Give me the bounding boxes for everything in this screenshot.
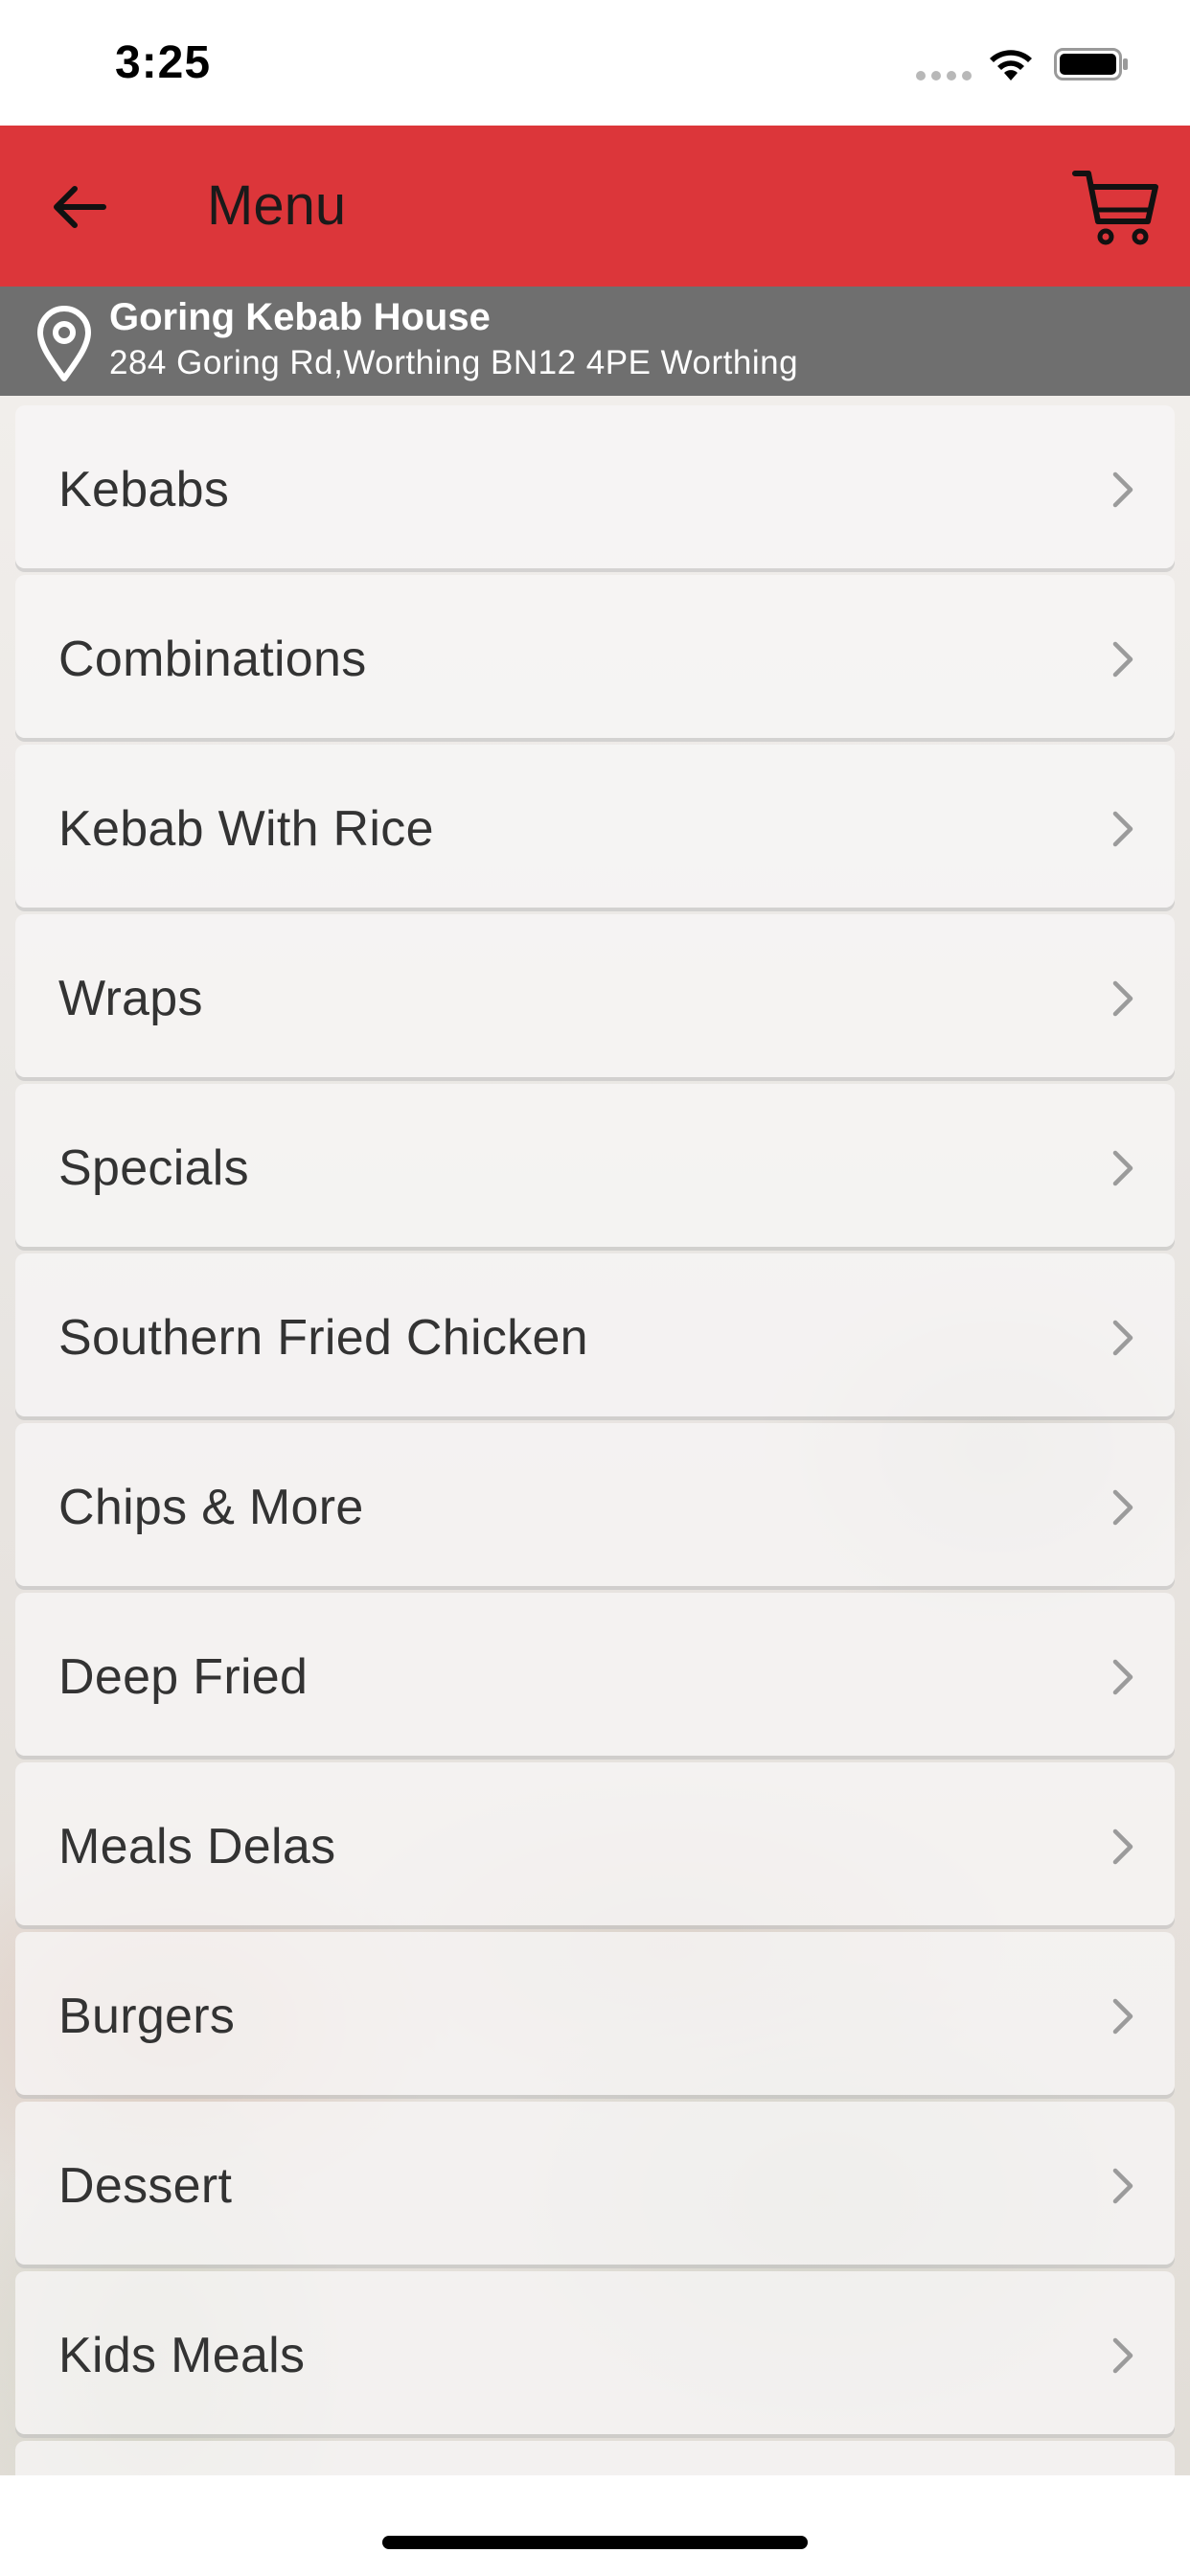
menu-item-deep-fried[interactable]: Deep Fried — [15, 1593, 1175, 1756]
battery-icon — [1054, 48, 1128, 80]
menu-item-partial[interactable] — [15, 2441, 1175, 2475]
chevron-right-icon — [1112, 811, 1133, 847]
cart-icon — [1072, 171, 1158, 245]
menu-category-list: Kebabs Combinations Kebab With Rice Wrap… — [15, 405, 1175, 2475]
menu-item-label: Wraps — [58, 971, 203, 1026]
chevron-right-icon — [1112, 472, 1133, 508]
chevron-right-icon — [1112, 980, 1133, 1017]
chevron-right-icon — [1112, 2168, 1133, 2204]
cellular-signal-icon — [916, 71, 972, 80]
menu-item-label: Kebabs — [58, 462, 230, 518]
menu-item-label: Chips & More — [58, 1480, 364, 1535]
status-time: 3:25 — [115, 37, 212, 88]
wifi-icon — [990, 50, 1032, 80]
menu-item-label: Kebab With Rice — [58, 801, 434, 857]
chevron-right-icon — [1112, 1828, 1133, 1865]
chevron-right-icon — [1112, 641, 1133, 678]
page-title: Menu — [207, 174, 347, 237]
menu-item-label: Specials — [58, 1140, 249, 1196]
menu-item-southern-fried-chicken[interactable]: Southern Fried Chicken — [15, 1254, 1175, 1416]
menu-item-label: Deep Fried — [58, 1649, 309, 1705]
restaurant-address: 284 Goring Rd,Worthing BN12 4PE Worthing — [109, 344, 799, 381]
location-pin-icon — [37, 306, 91, 381]
back-button[interactable] — [46, 173, 113, 241]
chevron-right-icon — [1112, 1489, 1133, 1526]
chevron-right-icon — [1112, 1659, 1133, 1695]
menu-item-chips-and-more[interactable]: Chips & More — [15, 1423, 1175, 1586]
home-indicator-area — [0, 2475, 1190, 2576]
menu-item-label: Meals Delas — [58, 1819, 336, 1874]
menu-item-kebab-with-rice[interactable]: Kebab With Rice — [15, 745, 1175, 908]
menu-item-specials[interactable]: Specials — [15, 1084, 1175, 1247]
menu-item-kids-meals[interactable]: Kids Meals — [15, 2271, 1175, 2434]
menu-item-label: Burgers — [58, 1989, 236, 2044]
restaurant-location-bar: Goring Kebab House 284 Goring Rd,Worthin… — [0, 287, 1190, 396]
menu-content: Kebabs Combinations Kebab With Rice Wrap… — [0, 396, 1190, 2475]
home-indicator[interactable] — [382, 2536, 808, 2549]
menu-item-label: Combinations — [58, 632, 367, 687]
menu-item-label: Kids Meals — [58, 2328, 306, 2383]
chevron-right-icon — [1112, 1320, 1133, 1356]
menu-item-kebabs[interactable]: Kebabs — [15, 405, 1175, 568]
menu-item-wraps[interactable]: Wraps — [15, 914, 1175, 1077]
chevron-right-icon — [1112, 1150, 1133, 1186]
menu-item-combinations[interactable]: Combinations — [15, 575, 1175, 738]
menu-item-label: Southern Fried Chicken — [58, 1310, 588, 1366]
menu-item-burgers[interactable]: Burgers — [15, 1932, 1175, 2095]
arrow-left-icon — [54, 186, 106, 228]
status-bar: 3:25 — [0, 0, 1190, 126]
menu-item-meals-delas[interactable]: Meals Delas — [15, 1762, 1175, 1925]
menu-item-dessert[interactable]: Dessert — [15, 2102, 1175, 2265]
restaurant-name: Goring Kebab House — [109, 296, 491, 338]
app-header: Menu — [0, 126, 1190, 287]
cart-button[interactable] — [1069, 164, 1161, 250]
chevron-right-icon — [1112, 2337, 1133, 2374]
menu-item-label: Dessert — [58, 2158, 233, 2214]
chevron-right-icon — [1112, 1998, 1133, 2035]
